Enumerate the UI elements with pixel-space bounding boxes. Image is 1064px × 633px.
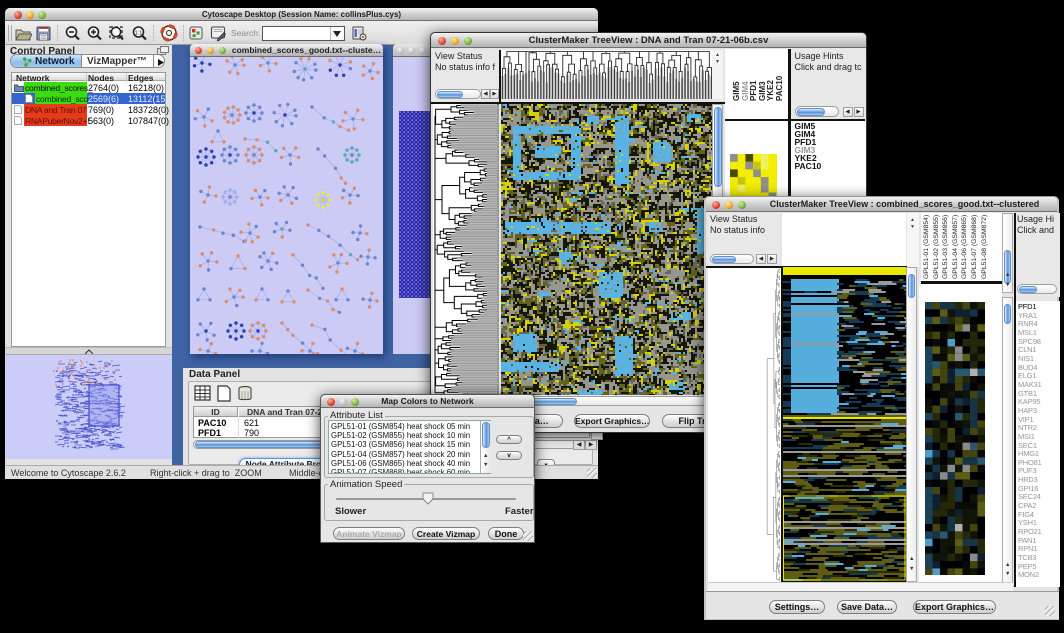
svg-text:1:1: 1:1 (135, 30, 143, 36)
